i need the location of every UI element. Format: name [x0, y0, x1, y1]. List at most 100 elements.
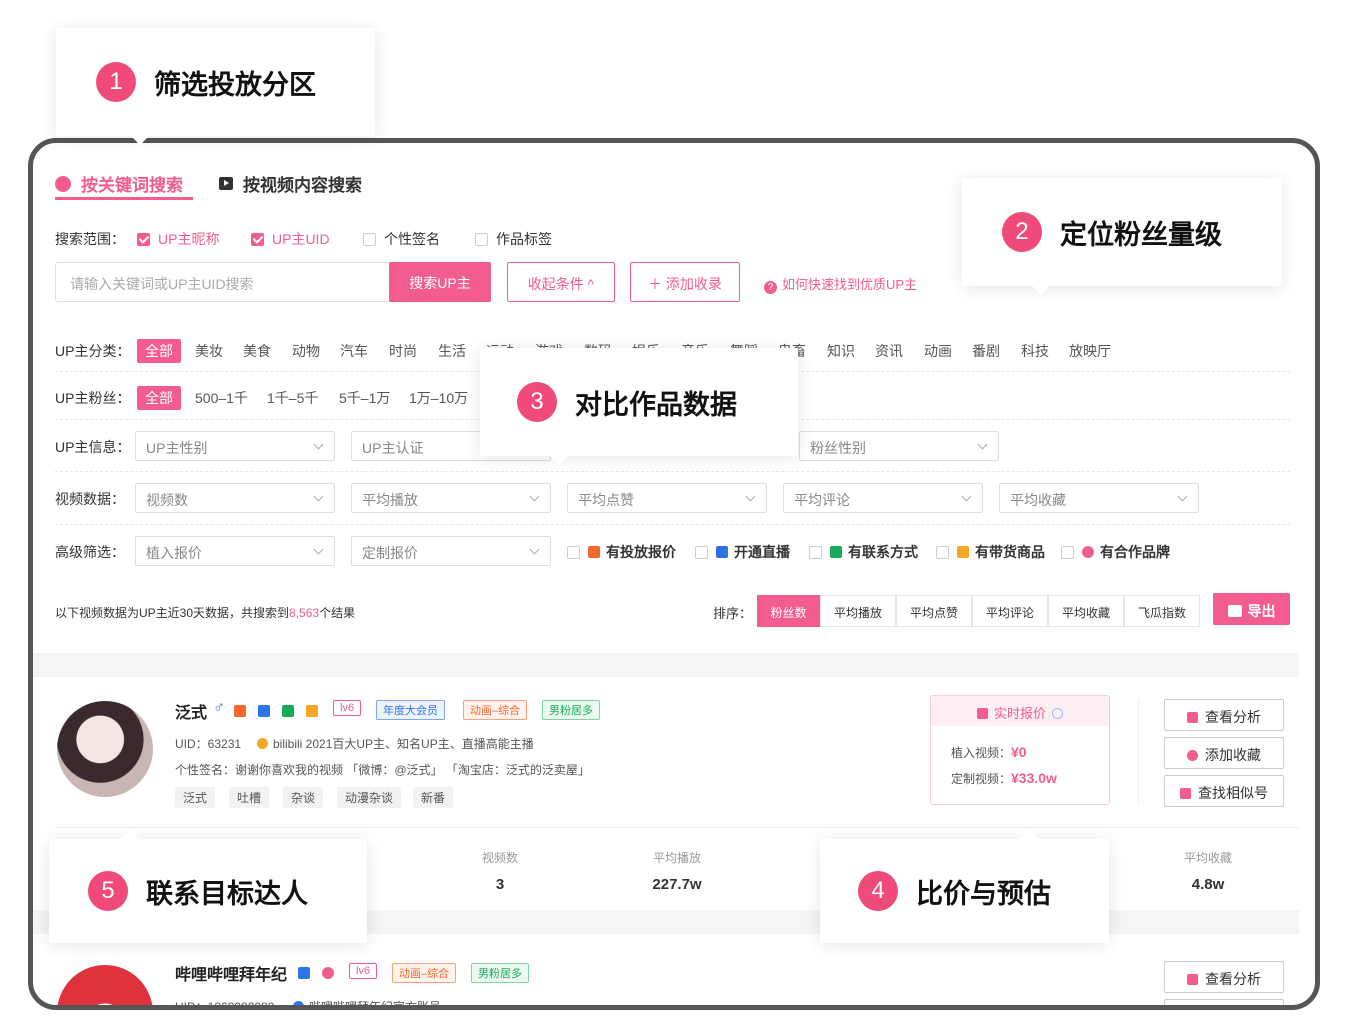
- phone-icon: [830, 546, 842, 558]
- tab-keyword-search[interactable]: 按关键词搜索: [55, 171, 183, 196]
- sort-avg-comment[interactable]: 平均评论: [972, 595, 1048, 627]
- add-favorite-button[interactable]: [1164, 999, 1284, 1005]
- fans-all[interactable]: 全部: [137, 386, 181, 410]
- honor-text: bilibili 2021百大UP主、知名UP主、直播高能主播: [273, 737, 534, 751]
- fan-gender-select[interactable]: 粉丝性别: [799, 431, 999, 461]
- scope-opt-nickname[interactable]: UP主昵称: [137, 229, 219, 249]
- checkbox-checked[interactable]: [251, 233, 264, 246]
- filter-brand[interactable]: 有合作品牌: [1061, 542, 1170, 562]
- category-item[interactable]: 资讯: [875, 341, 903, 361]
- heart-icon: [322, 967, 334, 979]
- stat-video-count: 视频数 3: [440, 849, 560, 893]
- chart-icon: [1187, 712, 1198, 723]
- checkbox[interactable]: [1061, 545, 1074, 559]
- scope-opt-label: UP主昵称: [158, 231, 220, 247]
- video-count-select[interactable]: 视频数: [135, 483, 335, 513]
- filter-contact[interactable]: 有联系方式: [809, 542, 918, 562]
- help-link[interactable]: ? 如何快速找到优质UP主: [764, 274, 917, 294]
- checkbox[interactable]: [363, 233, 376, 246]
- level-badge: lv6: [349, 963, 378, 979]
- fans-item[interactable]: 1千–5千: [267, 388, 318, 408]
- avg-play-select[interactable]: 平均播放: [351, 483, 551, 513]
- collapse-filter-button[interactable]: 收起条件 ^: [507, 262, 615, 302]
- category-item[interactable]: 放映厅: [1069, 341, 1111, 361]
- action-label: 查看分析: [1205, 971, 1261, 987]
- callout-number: 3: [517, 382, 557, 422]
- check-label: 有带货商品: [975, 544, 1045, 560]
- scope-opt-uid[interactable]: UP主UID: [251, 229, 330, 249]
- avg-favorite-select[interactable]: 平均收藏: [999, 483, 1199, 513]
- add-collect-button[interactable]: ＋ 添加收录: [630, 262, 740, 302]
- category-item[interactable]: 知识: [827, 341, 855, 361]
- export-button[interactable]: 导出: [1213, 593, 1290, 625]
- checkbox[interactable]: [567, 545, 580, 559]
- question-icon: ?: [764, 281, 777, 294]
- checkbox[interactable]: [475, 233, 488, 246]
- category-item[interactable]: 番剧: [972, 341, 1000, 361]
- result-post: 个结果: [319, 606, 356, 620]
- category-item[interactable]: 生活: [438, 341, 466, 361]
- filter-goods[interactable]: 有带货商品: [936, 542, 1045, 562]
- tab-content-search[interactable]: 按视频内容搜索: [219, 171, 362, 196]
- checkbox[interactable]: [936, 545, 949, 559]
- sort-avg-favorite[interactable]: 平均收藏: [1048, 595, 1124, 627]
- export-label: 导出: [1247, 603, 1276, 619]
- sort-avg-play[interactable]: 平均播放: [820, 595, 896, 627]
- sort-index[interactable]: 飞瓜指数: [1124, 595, 1200, 627]
- tag[interactable]: 吐槽: [229, 787, 270, 808]
- fans-item[interactable]: 5千–1万: [339, 388, 390, 408]
- quote-panel: 实时报价 植入视频：¥0 定制视频：¥33.0w: [930, 695, 1110, 805]
- category-all[interactable]: 全部: [137, 339, 181, 363]
- divider: [55, 471, 1290, 472]
- custom-price-select[interactable]: 定制报价: [351, 536, 551, 566]
- action-label: 查看分析: [1205, 709, 1261, 725]
- avg-like-select[interactable]: 平均点赞: [567, 483, 767, 513]
- find-similar-button[interactable]: 查找相似号: [1164, 775, 1284, 807]
- category-item[interactable]: 美食: [243, 341, 271, 361]
- embed-price-row: 植入视频：¥0: [951, 744, 1027, 761]
- category-item[interactable]: 动物: [292, 341, 320, 361]
- tab-content-label: 按视频内容搜索: [243, 176, 362, 195]
- checkbox[interactable]: [809, 545, 822, 559]
- tag[interactable]: 新番: [413, 787, 454, 808]
- category-item[interactable]: 动画: [924, 341, 952, 361]
- fans-item[interactable]: 1万–10万: [409, 388, 468, 408]
- signature: 个性签名：谢谢你喜欢我的视频 「微博：@泛式」 「淘宝店：泛式的泛卖屋」: [175, 763, 590, 777]
- sort-fans[interactable]: 粉丝数: [757, 595, 820, 627]
- gender-select[interactable]: UP主性别: [135, 431, 335, 461]
- avatar[interactable]: [57, 965, 153, 1005]
- view-analysis-button[interactable]: 查看分析: [1164, 961, 1284, 993]
- scope-opt-signature[interactable]: 个性签名: [363, 229, 440, 249]
- up-name[interactable]: 哔哩哔哩拜年纪: [175, 961, 287, 985]
- up-name[interactable]: 泛式: [175, 699, 207, 723]
- tag[interactable]: 杂谈: [283, 787, 324, 808]
- avg-comment-select[interactable]: 平均评论: [783, 483, 983, 513]
- embed-price-select[interactable]: 植入报价: [135, 536, 335, 566]
- search-button[interactable]: 搜索UP主: [389, 262, 491, 302]
- quote-header: 实时报价: [931, 696, 1109, 726]
- view-analysis-button[interactable]: 查看分析: [1164, 699, 1284, 731]
- category-item[interactable]: 美妆: [195, 341, 223, 361]
- tag[interactable]: 泛式: [175, 787, 216, 808]
- checkbox-checked[interactable]: [137, 233, 150, 246]
- info-icon[interactable]: [1052, 708, 1063, 719]
- category-item[interactable]: 时尚: [389, 341, 417, 361]
- stat-avg-play: 平均播放 227.7w: [617, 849, 737, 893]
- fans-item[interactable]: 500–1千: [195, 388, 248, 408]
- category-item[interactable]: 科技: [1021, 341, 1049, 361]
- excel-icon: [1227, 605, 1242, 617]
- add-favorite-button[interactable]: 添加收藏: [1164, 737, 1284, 769]
- filter-has-quote[interactable]: 有投放报价: [567, 542, 676, 562]
- sort-avg-like[interactable]: 平均点赞: [896, 595, 972, 627]
- divider: [55, 524, 1290, 525]
- stat-value: 227.7w: [652, 876, 702, 893]
- search-input[interactable]: 请输入关键词或UP主UID搜索: [55, 262, 389, 302]
- scope-opt-tags[interactable]: 作品标签: [475, 229, 552, 249]
- category-item[interactable]: 汽车: [340, 341, 368, 361]
- tag[interactable]: 动漫杂谈: [337, 787, 402, 808]
- checkbox[interactable]: [695, 545, 708, 559]
- filter-live[interactable]: 开通直播: [695, 542, 790, 562]
- help-link-label: 如何快速找到优质UP主: [782, 277, 918, 292]
- avatar[interactable]: [57, 701, 153, 797]
- quote-icon: [234, 705, 246, 717]
